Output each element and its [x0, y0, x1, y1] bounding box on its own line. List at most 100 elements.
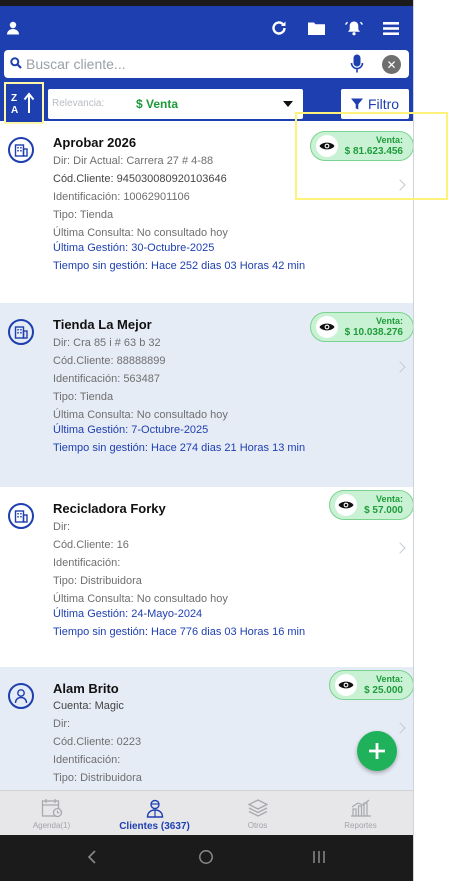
client-identification: Identificación:	[53, 557, 121, 569]
sale-label: Venta:	[375, 674, 403, 684]
android-navigation-bar	[0, 835, 413, 881]
notification-bell-icon[interactable]	[343, 14, 365, 42]
dropdown-caret-icon	[283, 101, 293, 107]
tab-agenda[interactable]: Agenda(1)	[0, 791, 103, 836]
sort-az-icon: Z A	[11, 92, 35, 115]
sort-button[interactable]: Z A	[4, 82, 44, 124]
home-icon[interactable]	[198, 849, 214, 870]
clear-search-icon[interactable]: ✕	[382, 55, 401, 74]
relevance-select[interactable]: Relevancia: $ Venta	[48, 89, 303, 119]
client-card[interactable]: Tienda La Mejor Dir: Cra 85 i # 63 b 32 …	[0, 303, 413, 487]
menu-icon[interactable]	[380, 14, 402, 42]
client-last-query: Última Consulta: No consultado hoy	[53, 409, 228, 421]
client-code: Cód.Cliente: 88888899	[53, 355, 166, 367]
filter-funnel-icon	[350, 98, 363, 110]
tab-reports[interactable]: Reportes	[309, 791, 412, 836]
relevance-value: $ Venta	[136, 97, 179, 111]
client-card[interactable]: Alam Brito Cuenta: Magic Dir: Cód.Client…	[0, 667, 413, 790]
client-code: Cód.Cliente: 945030080920103646	[53, 173, 227, 185]
filter-button[interactable]: Filtro	[341, 89, 409, 119]
client-address: Dir: Dir Actual: Carrera 27 # 4-88	[53, 155, 214, 167]
back-icon[interactable]	[86, 849, 98, 870]
clients-icon	[145, 797, 165, 819]
sale-label: Venta:	[375, 316, 403, 326]
search-input[interactable]	[26, 53, 326, 75]
person-icon	[8, 683, 34, 709]
client-name: Tienda La Mejor	[53, 317, 152, 332]
tab-label: Reportes	[344, 821, 377, 830]
client-time-without-action: Tiempo sin gestión: Hace 252 dias 03 Hor…	[53, 260, 306, 272]
store-building-icon	[8, 137, 34, 163]
client-time-without-action: Tiempo sin gestión: Hace 274 dias 21 Hor…	[53, 442, 306, 454]
client-code: Cód.Cliente: 16	[53, 539, 129, 551]
svg-text:A: A	[11, 105, 18, 115]
client-last-action: Última Gestión: 7-Octubre-2025	[53, 424, 209, 436]
user-icon[interactable]	[4, 14, 22, 42]
chevron-right-icon[interactable]	[394, 179, 406, 191]
client-card[interactable]: Recicladora Forky Dir: Cód.Cliente: 16 I…	[0, 487, 413, 667]
app-bar: ✕ Z A Relevancia: $ Venta Filtro	[0, 6, 413, 124]
sale-value: $ 57.000	[364, 505, 403, 516]
recent-apps-icon[interactable]	[312, 849, 326, 870]
client-last-action: Última Gestión: 24-Mayo-2024	[53, 608, 203, 620]
plus-icon	[369, 743, 385, 759]
reports-icon	[350, 797, 372, 819]
client-last-action: Última Gestión: 30-Octubre-2025	[53, 242, 215, 254]
tab-others[interactable]: Otros	[206, 791, 309, 836]
client-identification: Identificación:	[53, 754, 121, 766]
store-building-icon	[8, 319, 34, 345]
chevron-right-icon[interactable]	[394, 542, 406, 554]
chevron-right-icon[interactable]	[394, 361, 406, 373]
client-code: Cód.Cliente: 0223	[53, 736, 142, 748]
sale-badge[interactable]: Venta: $ 10.038.276	[310, 312, 413, 342]
bottom-tab-bar: Agenda(1) Clientes (3637) Otros Reportes	[0, 790, 413, 836]
client-address: Dir:	[53, 521, 71, 533]
eye-icon[interactable]	[316, 135, 338, 157]
search-icon	[10, 56, 22, 74]
client-last-query: Última Consulta: No consultado hoy	[53, 593, 228, 605]
sale-badge[interactable]: Venta: $ 81.623.456	[310, 131, 413, 161]
layers-icon	[247, 797, 268, 819]
microphone-icon[interactable]	[350, 54, 364, 79]
sale-label: Venta:	[375, 494, 403, 504]
eye-icon[interactable]	[335, 494, 357, 516]
search-bar: ✕	[4, 50, 409, 78]
client-account: Cuenta: Magic	[53, 700, 124, 712]
client-name: Recicladora Forky	[53, 501, 166, 516]
svg-text:Z: Z	[11, 93, 17, 104]
tab-clients[interactable]: Clientes (3637)	[103, 791, 206, 836]
client-identification: Identificación: 563487	[53, 373, 161, 385]
client-type: Tipo: Tienda	[53, 209, 114, 221]
sale-badge[interactable]: Venta: $ 25.000	[329, 670, 413, 700]
chevron-right-icon[interactable]	[394, 722, 406, 734]
client-type: Tipo: Distribuidora	[53, 575, 142, 587]
client-type: Tipo: Tienda	[53, 391, 114, 403]
sale-value: $ 25.000	[364, 685, 403, 696]
filter-label: Filtro	[367, 96, 400, 112]
sale-value: $ 81.623.456	[344, 146, 403, 157]
tab-label: Clientes (3637)	[119, 821, 190, 832]
client-address: Dir: Cra 85 i # 63 b 32	[53, 337, 161, 349]
sale-badge[interactable]: Venta: $ 57.000	[329, 490, 413, 520]
sale-label: Venta:	[375, 135, 403, 145]
client-type: Tipo: Distribuidora	[53, 772, 142, 784]
client-time-without-action: Tiempo sin gestión: Hace 776 dias 03 Hor…	[53, 626, 306, 638]
add-client-button[interactable]	[357, 731, 397, 771]
tab-label: Otros	[247, 821, 268, 830]
sale-value: $ 10.038.276	[344, 327, 403, 338]
store-building-icon	[8, 503, 34, 529]
client-identification: Identificación: 10062901106	[53, 191, 190, 203]
client-card[interactable]: Aprobar 2026 Dir: Dir Actual: Carrera 27…	[0, 121, 413, 303]
relevance-label: Relevancia:	[52, 98, 105, 109]
eye-icon[interactable]	[335, 674, 357, 696]
eye-icon[interactable]	[316, 316, 338, 338]
calendar-icon	[41, 797, 63, 819]
client-last-query: Última Consulta: No consultado hoy	[53, 227, 228, 239]
client-address: Dir:	[53, 718, 71, 730]
sync-icon[interactable]	[268, 14, 290, 42]
clients-list: Aprobar 2026 Dir: Dir Actual: Carrera 27…	[0, 121, 413, 790]
app-screen: ✕ Z A Relevancia: $ Venta Filtro Ap	[0, 0, 414, 881]
folder-icon[interactable]	[305, 14, 327, 42]
tab-label: Agenda(1)	[32, 821, 71, 830]
client-name: Alam Brito	[53, 681, 119, 696]
